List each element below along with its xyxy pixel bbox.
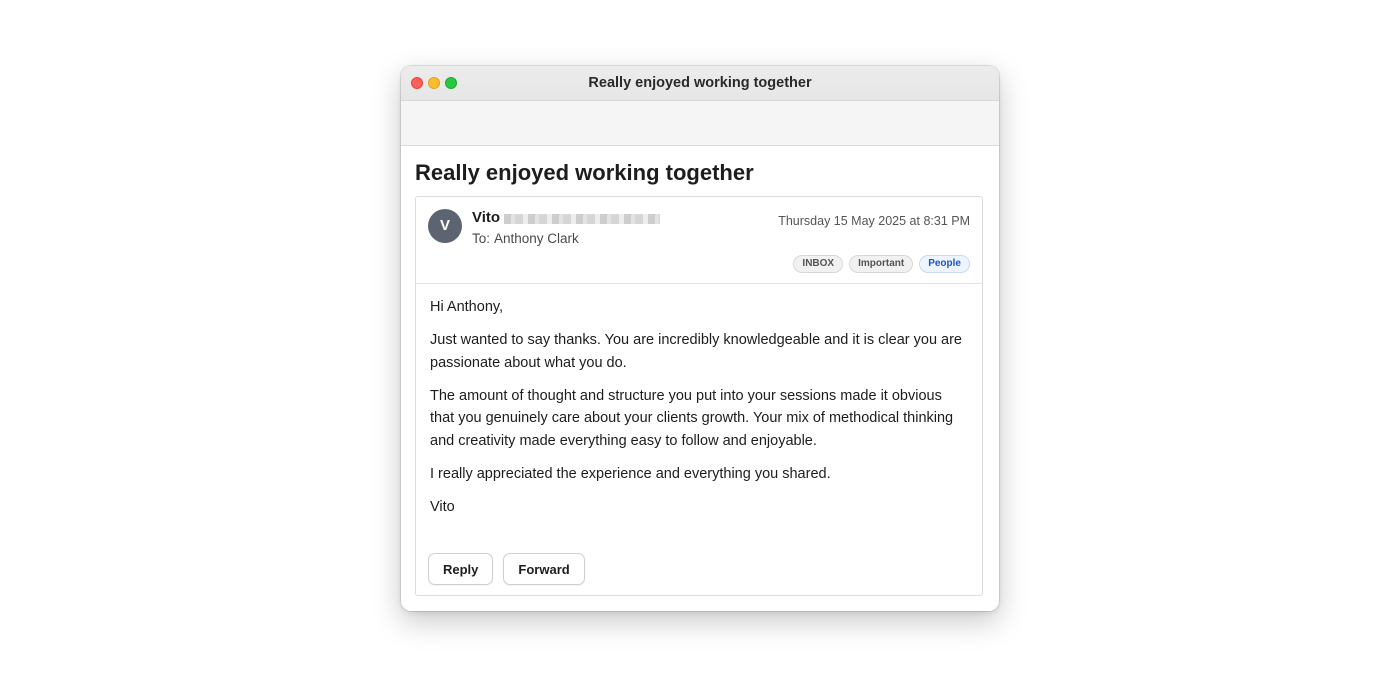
message-card: V Vito To: Anthony Clark Thursday 15 May … (415, 196, 983, 596)
message-header: V Vito To: Anthony Clark Thursday 15 May … (416, 197, 982, 284)
body-greeting: Hi Anthony, (430, 299, 504, 315)
sender-avatar: V (428, 209, 462, 243)
message-body: Hi Anthony, Just wanted to say thanks. Y… (430, 296, 970, 529)
body-paragraph: I really appreciated the experience and … (430, 465, 831, 482)
window-title: Really enjoyed working together (588, 75, 812, 91)
mail-window: Really enjoyed working together Really e… (401, 66, 999, 611)
title-bar: Really enjoyed working together (401, 66, 999, 101)
forward-button[interactable]: Forward (503, 553, 585, 585)
body-signature: Vito (430, 498, 455, 515)
label-tags: INBOX Important People (793, 255, 970, 273)
message-view: Really enjoyed working together V Vito T… (401, 146, 999, 611)
recipient-line: To: Anthony Clark (472, 231, 579, 246)
sender-name: Vito (472, 209, 501, 226)
body-paragraph: The amount of thought and structure you … (430, 387, 954, 449)
recipient-name: Anthony Clark (494, 231, 579, 246)
message-date: Thursday 15 May 2025 at 8:31 PM (778, 214, 970, 228)
tag-people[interactable]: People (919, 255, 970, 273)
sender-email-redacted (504, 214, 660, 224)
message-actions: Reply Forward (428, 553, 585, 585)
toolbar (401, 101, 999, 146)
message-subject: Really enjoyed working together (415, 160, 754, 185)
recipient-prefix: To: (472, 231, 491, 246)
tag-important[interactable]: Important (849, 255, 914, 273)
reply-button[interactable]: Reply (428, 553, 494, 585)
tag-inbox[interactable]: INBOX (793, 255, 844, 273)
body-paragraph: Just wanted to say thanks. You are incre… (430, 332, 962, 371)
